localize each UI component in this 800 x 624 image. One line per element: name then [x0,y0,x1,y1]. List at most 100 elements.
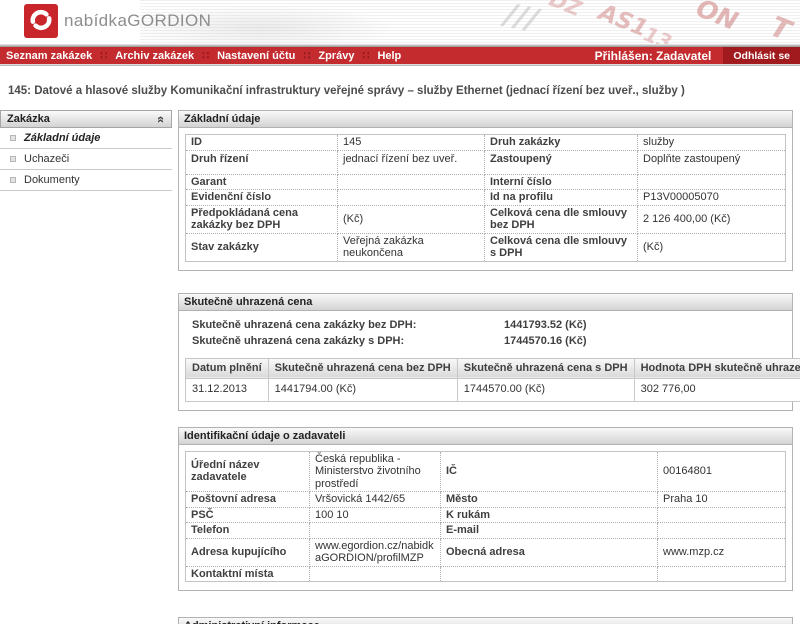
field-value: Vršovická 1442/65 [310,492,441,508]
page-title: 145: Datové a hlasové služby Komunikační… [8,85,792,97]
field-value: 145 [338,135,485,151]
field-label: Úřední název zadavatele [186,451,310,492]
table-row: Poštovní adresa Vršovická 1442/65 Město … [186,492,786,508]
cell-datum-plneni: 31.12.2013 [186,378,269,401]
nav-separator-icon: ∷ [303,49,310,62]
nav-item-help[interactable]: Help [377,50,401,62]
field-value: www.egordion.cz/nabidkaGORDION/profilMZP [310,538,441,566]
identity-table: Úřední název zadavatele Česká republika … [185,451,786,583]
nav-item-nastaveni-uctu[interactable]: Nastavení účtu [217,50,295,62]
field-value: P13V00005070 [638,190,786,206]
sidebar-item-label: Základní údaje [24,132,100,144]
summary-label: Skutečně uhrazená cena zakázky bez DPH: [192,317,504,333]
nav-separator-icon: ∷ [100,49,107,62]
logo-text: nabídkaGORDION [64,11,211,31]
field-label: K rukám [441,507,658,523]
banner-word: DZ [546,0,585,21]
bullet-icon [10,177,16,183]
field-label [441,566,658,582]
field-label: Evidenční číslo [186,190,338,206]
field-label: Adresa kupujícího [186,538,310,566]
field-label: Id na profilu [485,190,638,206]
field-value [338,190,485,206]
field-label: Poštovní adresa [186,492,310,508]
table-row: Garant Interní číslo [186,174,786,190]
table-row: Úřední název zadavatele Česká republika … [186,451,786,492]
login-status: Přihlášen: Zadavatel [595,49,712,63]
summary-label: Skutečně uhrazená cena zakázky s DPH: [192,333,504,349]
sidebar-header: Zakázka « [0,110,172,128]
field-label: Druh zakázky [485,135,638,151]
sidebar-item-label: Uchazeči [24,153,69,165]
table-row: Adresa kupujícího www.egordion.cz/nabidk… [186,538,786,566]
field-label: PSČ [186,507,310,523]
field-value [638,174,786,190]
field-label: Předpokládaná cena zakázky bez DPH [186,205,338,233]
divider [0,64,800,66]
nav-separator-icon: ∷ [362,49,369,62]
field-label: Celková cena dle smlouvy s DPH [485,233,638,261]
paid-summary-line: Skutečně uhrazená cena zakázky bez DPH:1… [192,317,786,333]
sidebar-title: Zakázka [7,113,158,125]
nav-item-seznam-zakazek[interactable]: Seznam zakázek [6,50,92,62]
field-value: Česká republika - Ministerstvo životního… [310,451,441,492]
app-header: /// DZ AS1 ON 13 T nabídkaGORDION [0,0,800,44]
field-value [658,507,786,523]
nav-item-archiv-zakazek[interactable]: Archiv zakázek [115,50,194,62]
box-header: Identifikační údaje o zadavateli [179,428,792,445]
banner-word: ON [692,0,742,36]
field-value: 00164801 [658,451,786,492]
sidebar-item-uchazeci[interactable]: Uchazeči [0,149,172,170]
field-value: jednací řízení bez uveř. [338,150,485,174]
table-row: Kontaktní místa [186,566,786,582]
banner-word: /// [502,0,541,38]
field-value [658,523,786,539]
nav-separator-icon: ∷ [202,49,209,62]
field-value: služby [638,135,786,151]
summary-value: 1441793.52 (Kč) [504,319,587,331]
table-row: Předpokládaná cena zakázky bez DPH (Kč) … [186,205,786,233]
sidebar-item-dokumenty[interactable]: Dokumenty [0,170,172,191]
field-value: Praha 10 [658,492,786,508]
field-value: (Kč) [338,205,485,233]
basic-info-table: ID 145 Druh zakázky služby Druh řízení j… [185,134,786,262]
field-value: 100 10 [310,507,441,523]
field-label: Město [441,492,658,508]
field-label: E-mail [441,523,658,539]
field-value [310,523,441,539]
admin-info-box: Administrativní informace Lhůta pro doru… [178,617,793,624]
table-row: Evidenční číslo Id na profilu P13V000050… [186,190,786,206]
sidebar-item-label: Dokumenty [24,174,80,186]
table-row: 31.12.2013 1441794.00 (Kč) 1744570.00 (K… [186,378,800,401]
logout-button[interactable]: Odhlásit se [723,47,800,64]
field-label: Zastoupený [485,150,638,174]
field-label: Telefon [186,523,310,539]
nav-item-zpravy[interactable]: Zprávy [318,50,354,62]
sidebar: Zakázka « Základní údaje Uchazeči Dokume… [0,110,172,191]
summary-value: 1744570.16 (Kč) [504,335,587,347]
table-header-row: Datum plnění Skutečně uhrazená cena bez … [186,358,800,378]
identity-box: Identifikační údaje o zadavateli Úřední … [178,427,793,592]
field-value: Doplňte zastoupený [638,150,786,174]
paid-summary-line: Skutečně uhrazená cena zakázky s DPH:174… [192,333,786,349]
cell-hodnota-dph: 302 776,00 [634,378,800,401]
cell-cena-bez-dph: 1441794.00 (Kč) [268,378,457,401]
table-row: Druh řízení jednací řízení bez uveř. Zas… [186,150,786,174]
main-nav: Seznam zakázek ∷ Archiv zakázek ∷ Nastav… [0,47,800,64]
field-label: Interní číslo [485,174,638,190]
paid-price-table: Datum plnění Skutečně uhrazená cena bez … [185,358,800,402]
table-row: Stav zakázky Veřejná zakázka neukončena … [186,233,786,261]
main-panel: Základní údaje ID 145 Druh zakázky služb… [178,110,793,624]
basic-info-box: Základní údaje ID 145 Druh zakázky služb… [178,110,793,271]
field-label: Obecná adresa [441,538,658,566]
collapse-icon[interactable]: « [154,115,169,122]
logo[interactable] [24,4,58,38]
field-value [338,174,485,190]
field-label: IČ [441,451,658,492]
sidebar-item-zakladni-udaje[interactable]: Základní údaje [0,128,172,149]
cell-cena-s-dph: 1744570.00 (Kč) [457,378,634,401]
field-value: (Kč) [638,233,786,261]
table-row: PSČ 100 10 K rukám [186,507,786,523]
column-header: Skutečně uhrazená cena bez DPH [268,358,457,378]
paid-price-box: Skutečně uhrazená cena Skutečně uhrazená… [178,293,793,411]
